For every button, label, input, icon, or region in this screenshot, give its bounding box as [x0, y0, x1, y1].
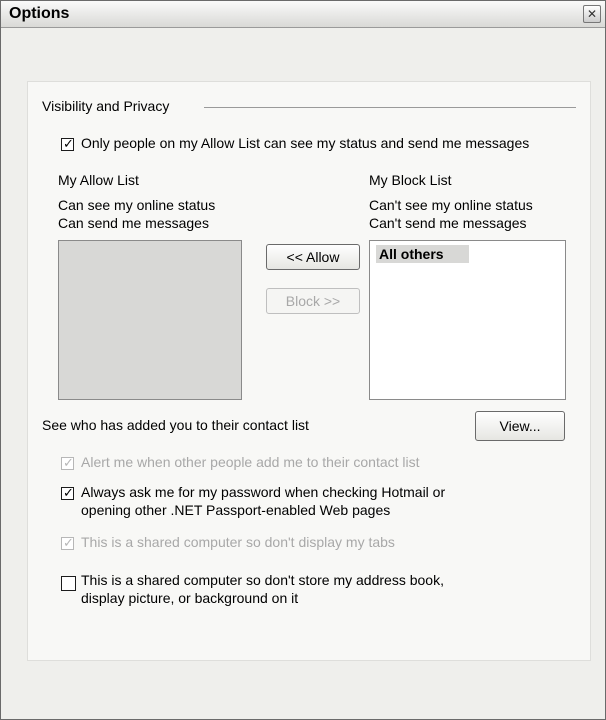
checkmark-icon: ✓: [63, 485, 74, 500]
password-checkbox[interactable]: ✓: [61, 485, 74, 500]
allow-listbox[interactable]: [58, 240, 242, 400]
block-button[interactable]: Block >>: [266, 288, 360, 314]
view-button[interactable]: View...: [475, 411, 565, 441]
allow-line1: Can see my online status: [58, 197, 216, 213]
options-window: Options ✕ Visibility and Privacy ✓ Only …: [0, 0, 606, 720]
password-label-line1: Always ask me for my password when check…: [81, 484, 446, 500]
alert-checkbox[interactable]: ✓: [61, 455, 74, 470]
store-checkbox[interactable]: [61, 576, 76, 591]
block-listbox[interactable]: All others: [369, 240, 566, 400]
privacy-panel: Visibility and Privacy ✓ Only people on …: [27, 81, 591, 661]
alert-label: Alert me when other people add me to the…: [81, 454, 420, 470]
block-list-heading: My Block List: [369, 172, 452, 188]
group-divider: [204, 107, 576, 108]
tabs-label: This is a shared computer so don't displ…: [81, 534, 395, 550]
allow-button[interactable]: << Allow: [266, 244, 360, 270]
title-bar: Options ✕: [1, 1, 605, 28]
list-item[interactable]: All others: [376, 245, 469, 263]
allow-list-heading: My Allow List: [58, 172, 139, 188]
allow-only-label: Only people on my Allow List can see my …: [81, 135, 530, 151]
checkmark-icon: ✓: [63, 136, 74, 151]
see-who-label: See who has added you to their contact l…: [42, 417, 309, 433]
store-label-line1: This is a shared computer so don't store…: [81, 572, 444, 588]
group-label: Visibility and Privacy: [42, 98, 170, 114]
allow-only-checkbox[interactable]: ✓: [61, 136, 74, 151]
window-title: Options: [9, 5, 70, 22]
close-icon[interactable]: ✕: [583, 5, 601, 23]
block-line2: Can't send me messages: [369, 215, 527, 231]
store-label-line2: display picture, or background on it: [81, 590, 299, 606]
password-label-line2: opening other .NET Passport-enabled Web …: [81, 502, 391, 518]
tabs-checkbox[interactable]: ✓: [61, 535, 74, 550]
checkmark-icon: ✓: [63, 535, 74, 550]
checkmark-icon: ✓: [63, 455, 74, 470]
allow-line2: Can send me messages: [58, 215, 209, 231]
block-line1: Can't see my online status: [369, 197, 533, 213]
